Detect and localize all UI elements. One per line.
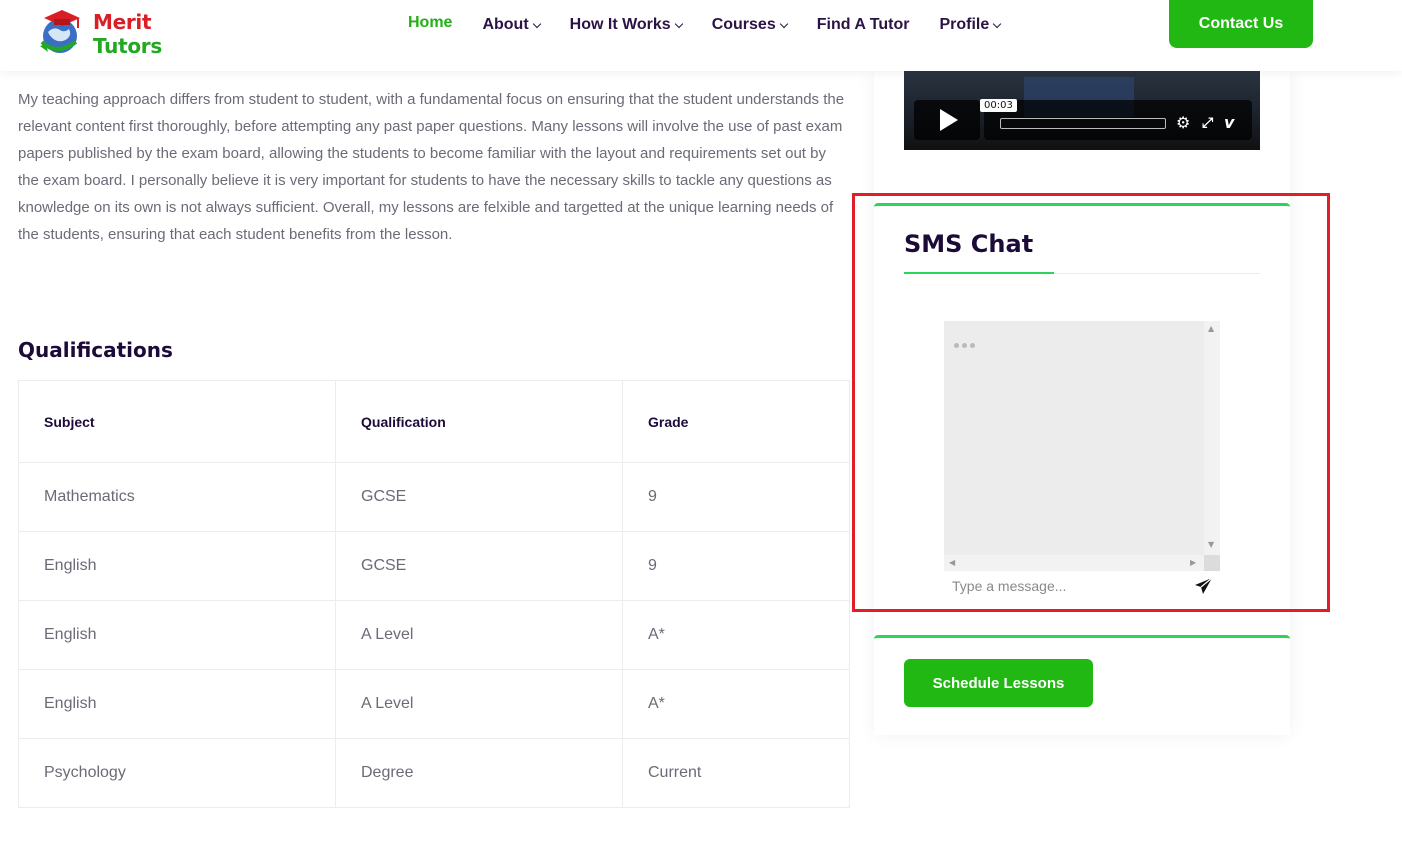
- column-header-qualification: Qualification: [335, 380, 623, 463]
- chevron-down-icon: [674, 19, 683, 28]
- table-header-row: Subject Qualification Grade: [18, 380, 850, 463]
- video-time: 00:03: [980, 99, 1017, 112]
- nav-home[interactable]: Home: [408, 12, 452, 34]
- scrollbar-corner: [1204, 555, 1220, 571]
- scroll-right-icon[interactable]: ▶: [1190, 559, 1196, 567]
- site-header: Merit Tutors Home About How It Works Cou…: [0, 0, 1402, 71]
- video-progress-bar[interactable]: [1000, 118, 1166, 129]
- video-player[interactable]: 00:03 ⚙ ⤢ v: [904, 71, 1260, 150]
- cell-qualification: Degree: [335, 738, 623, 808]
- cell-subject: English: [18, 669, 336, 739]
- cell-subject: English: [18, 600, 336, 670]
- scroll-up-icon[interactable]: ▲: [1208, 325, 1214, 333]
- logo[interactable]: Merit Tutors: [34, 5, 214, 63]
- nav-find-a-tutor-label: Find A Tutor: [816, 16, 910, 33]
- nav-profile[interactable]: Profile: [939, 14, 1002, 36]
- table-row: English A Level A*: [18, 600, 850, 670]
- nav-home-label: Home: [408, 14, 453, 31]
- table-row: Mathematics GCSE 9: [18, 462, 850, 532]
- vertical-scrollbar[interactable]: ▲ ▼: [1204, 321, 1220, 555]
- typing-indicator-icon: [954, 343, 975, 348]
- column-header-subject: Subject: [18, 380, 336, 463]
- contact-us-button[interactable]: Contact Us: [1169, 0, 1313, 48]
- settings-icon[interactable]: ⚙: [1176, 115, 1190, 131]
- scroll-left-icon[interactable]: ◀: [949, 559, 955, 567]
- schedule-panel: Schedule Lessons: [874, 635, 1290, 735]
- nav-how-it-works-label: How It Works: [569, 16, 671, 33]
- logo-word-merit: Merit: [93, 10, 152, 34]
- cell-grade: Current: [622, 738, 850, 808]
- play-button[interactable]: [914, 100, 980, 140]
- nav-about-label: About: [482, 16, 529, 33]
- nav-profile-label: Profile: [939, 16, 990, 33]
- table-row: English GCSE 9: [18, 531, 850, 601]
- cell-grade: 9: [622, 531, 850, 601]
- nav-about[interactable]: About: [482, 14, 541, 36]
- vimeo-icon[interactable]: v: [1224, 115, 1234, 131]
- scroll-down-icon[interactable]: ▼: [1208, 541, 1214, 549]
- title-accent-line: [904, 272, 1054, 274]
- tutor-bio: My teaching approach differs from studen…: [18, 91, 845, 243]
- logo-globe-icon: [34, 6, 90, 62]
- cell-grade: A*: [622, 600, 850, 670]
- nav-how-it-works[interactable]: How It Works: [569, 14, 683, 36]
- chevron-down-icon: [993, 19, 1002, 28]
- logo-text: Merit Tutors: [93, 10, 214, 58]
- nav-courses[interactable]: Courses: [711, 14, 788, 36]
- chevron-down-icon: [532, 19, 541, 28]
- nav-find-a-tutor[interactable]: Find A Tutor: [817, 14, 910, 36]
- cell-subject: Psychology: [18, 738, 336, 808]
- table-row: English A Level A*: [18, 669, 850, 739]
- cell-subject: English: [18, 531, 336, 601]
- qualifications-table: Subject Qualification Grade Mathematics …: [18, 380, 850, 808]
- nav-courses-label: Courses: [711, 16, 776, 33]
- fullscreen-icon[interactable]: ⤢: [1202, 115, 1213, 131]
- cell-qualification: GCSE: [335, 531, 623, 601]
- sms-chat-title: SMS Chat: [904, 230, 1034, 258]
- cell-qualification: GCSE: [335, 462, 623, 532]
- main-nav: Home About How It Works Courses Find A T…: [408, 14, 1030, 36]
- cell-qualification: A Level: [335, 600, 623, 670]
- cell-grade: 9: [622, 462, 850, 532]
- cell-subject: Mathematics: [18, 462, 336, 532]
- cell-qualification: A Level: [335, 669, 623, 739]
- horizontal-scrollbar[interactable]: ◀ ▶: [944, 555, 1204, 571]
- column-header-grade: Grade: [622, 380, 850, 463]
- chat-message-area[interactable]: ▲ ▼ ◀ ▶: [944, 321, 1220, 571]
- message-input[interactable]: [944, 574, 1184, 598]
- send-icon[interactable]: [1192, 575, 1214, 597]
- cell-grade: A*: [622, 669, 850, 739]
- chevron-down-icon: [779, 19, 788, 28]
- sms-chat-panel: SMS Chat ▲ ▼ ◀ ▶: [874, 203, 1290, 608]
- qualifications-heading: Qualifications: [18, 338, 173, 362]
- schedule-lessons-button[interactable]: Schedule Lessons: [904, 659, 1093, 707]
- logo-word-tutors: Tutors: [93, 34, 162, 58]
- table-row: Psychology Degree Current: [18, 738, 850, 808]
- play-icon: [940, 109, 958, 131]
